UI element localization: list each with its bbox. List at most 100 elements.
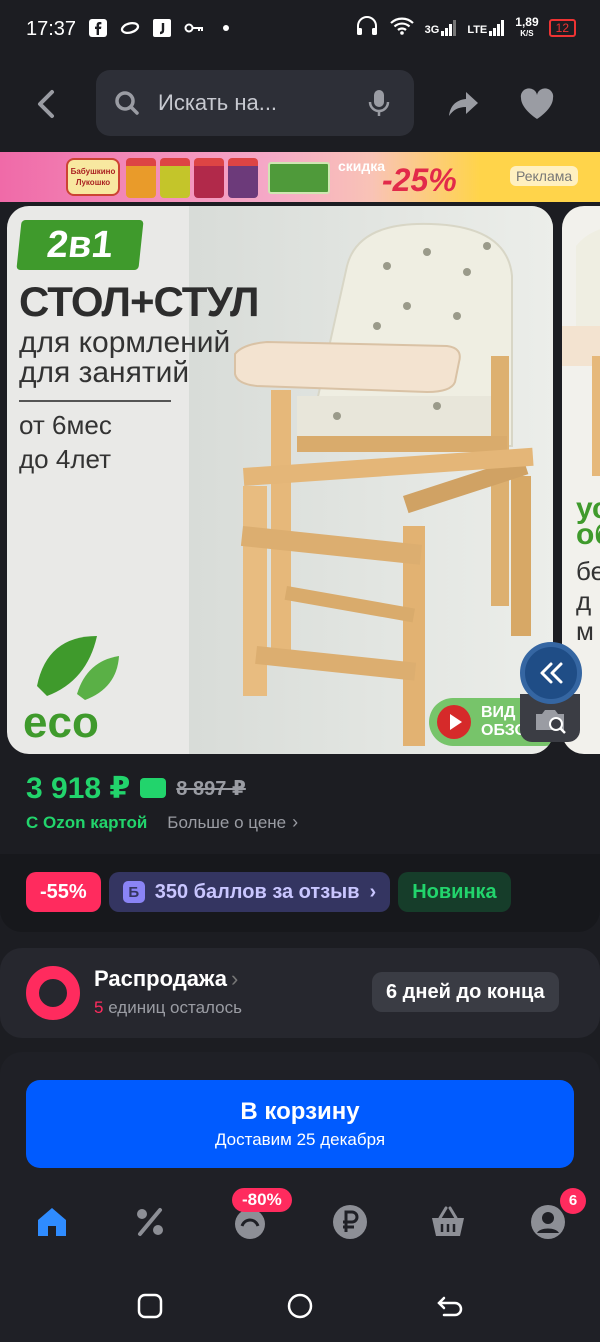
image-divider	[19, 400, 171, 402]
image-subline-1: для кормлений	[19, 326, 231, 359]
more-about-price-link[interactable]: Больше о цене	[167, 813, 286, 833]
days-left-badge: 6 дней до конца	[372, 972, 559, 1012]
profile-notification-badge: 6	[560, 1188, 586, 1214]
next-image-line-5: м	[576, 616, 594, 646]
units-left: 5 единиц осталось	[94, 998, 242, 1018]
home-circle-icon	[287, 1293, 313, 1319]
search-placeholder: Искать на...	[158, 90, 278, 115]
ad-brand-logo: Бабушкино Лукошко	[66, 158, 120, 196]
bonus-points-icon: Б	[122, 881, 145, 903]
delivery-date: Доставим 25 декабря	[214, 1130, 386, 1149]
review-bonus-label: 350 баллов за отзыв	[154, 880, 360, 903]
ad-jar-image	[194, 158, 224, 198]
eco-logo: eco	[23, 698, 99, 747]
next-image-subtext: бе д м	[576, 556, 600, 646]
price-row: 3 918 ₽ 8 897 ₽	[26, 768, 586, 808]
add-to-cart-button[interactable]: В корзину Доставим 25 декабря	[26, 1080, 574, 1168]
battery-indicator: 12	[548, 18, 576, 37]
recent-apps-button[interactable]	[132, 1288, 168, 1324]
image-headline: СТОЛ+СТУЛ	[19, 278, 259, 325]
ad-discount-value: -25%	[382, 162, 457, 198]
chevron-right-icon: ›	[231, 966, 239, 991]
image-subline-2: для занятий	[19, 356, 190, 389]
ad-banner[interactable]: Бабушкино Лукошко скидка -25% Реклама	[0, 152, 600, 202]
search-icon	[115, 91, 139, 115]
recent-apps-icon	[137, 1293, 163, 1319]
product-gallery[interactable]: 2в1 СТОЛ+СТУЛ для кормлений для занятий …	[0, 206, 600, 754]
signal-3g-icon: 3G	[424, 19, 458, 36]
heart-icon	[520, 88, 554, 119]
network-3g-label: 3G	[424, 23, 440, 36]
next-image-line-4: д	[576, 586, 592, 616]
image-age-from: от 6мес	[19, 410, 112, 440]
basket-icon	[432, 1206, 464, 1236]
ad-jar-image	[126, 158, 156, 198]
ozon-card-icon	[140, 778, 167, 798]
chevron-right-icon: ›	[369, 880, 377, 903]
discount-tag: -55%	[26, 872, 101, 912]
image-age-to: до 4лет	[19, 444, 111, 474]
headset-icon	[355, 16, 379, 39]
facebook-icon	[88, 18, 108, 38]
next-image-line-3: бе	[576, 556, 600, 586]
product-image[interactable]: 2в1 СТОЛ+СТУЛ для кормлений для занятий …	[7, 206, 553, 754]
share-button[interactable]	[444, 84, 484, 124]
key-icon	[184, 18, 204, 38]
tab-home[interactable]	[32, 1202, 72, 1242]
badge-2in1: 2в1	[16, 220, 144, 270]
home-button[interactable]	[282, 1288, 318, 1324]
status-time: 17:37	[26, 18, 77, 40]
back-button[interactable]	[26, 84, 66, 124]
share-arrow-icon	[449, 92, 478, 116]
back-icon	[437, 1296, 463, 1317]
sale-badge: -80%	[232, 1188, 292, 1212]
units-left-text: единиц осталось	[103, 998, 242, 1017]
tab-promotions[interactable]	[130, 1202, 170, 1242]
double-chevron-left-icon	[540, 662, 563, 684]
system-back-button[interactable]	[432, 1288, 468, 1324]
new-tag: Новинка	[398, 872, 511, 912]
next-image-text: ус об	[576, 492, 600, 552]
chevron-right-icon: ›	[292, 812, 299, 832]
status-bar: 17:37 3G LTE 1,89 K/S 12	[0, 0, 600, 60]
tab-cart[interactable]	[428, 1202, 468, 1242]
next-image-line-2: об	[576, 518, 600, 551]
ad-jar-image	[228, 158, 258, 198]
back-arrow-icon	[38, 90, 54, 118]
product-tags: -55% Б 350 баллов за отзыв › Новинка	[26, 872, 511, 912]
j-app-icon	[152, 18, 172, 38]
ozon-card-label: С Ozon картой	[26, 812, 148, 832]
tab-bar	[0, 1190, 600, 1260]
sale-card[interactable]: Распродажа › 5 единиц осталось 6 дней до …	[0, 948, 600, 1038]
add-to-cart-label: В корзину	[240, 1098, 360, 1125]
ruble-icon	[333, 1205, 367, 1239]
play-icon	[437, 705, 471, 739]
ad-box-image	[268, 162, 330, 194]
top-bar: Искать на...	[0, 62, 600, 146]
home-icon	[38, 1208, 66, 1236]
net-speed-value: 1,89	[515, 14, 539, 29]
sale-title-text: Распродажа	[94, 966, 228, 991]
favorite-button[interactable]	[516, 84, 558, 124]
microphone-icon[interactable]	[366, 88, 392, 118]
link-icon	[120, 18, 140, 38]
price-current: 3 918 ₽	[26, 771, 131, 805]
signal-lte-icon: LTE	[467, 19, 505, 36]
percent-icon	[137, 1208, 163, 1236]
ad-label: Реклама	[510, 166, 579, 186]
ad-jar-image	[160, 158, 190, 198]
search-field[interactable]: Искать на...	[96, 70, 414, 136]
network-lte-label: LTE	[467, 23, 488, 36]
ad-discount-label: скидка	[338, 158, 386, 174]
price-old: 8 897 ₽	[176, 777, 246, 800]
net-speed: 1,89 K/S	[515, 14, 539, 39]
dot-icon	[216, 18, 236, 38]
sale-ring-icon	[26, 966, 80, 1020]
collapse-button[interactable]	[520, 642, 582, 704]
wifi-icon	[389, 16, 415, 39]
system-navigation-bar	[0, 1268, 600, 1342]
price-details[interactable]: С Ozon картой Больше о цене ›	[26, 812, 298, 833]
sale-title[interactable]: Распродажа ›	[94, 966, 238, 992]
review-bonus-tag[interactable]: Б 350 баллов за отзыв ›	[108, 872, 391, 912]
tab-ozon-bank[interactable]	[330, 1202, 370, 1242]
